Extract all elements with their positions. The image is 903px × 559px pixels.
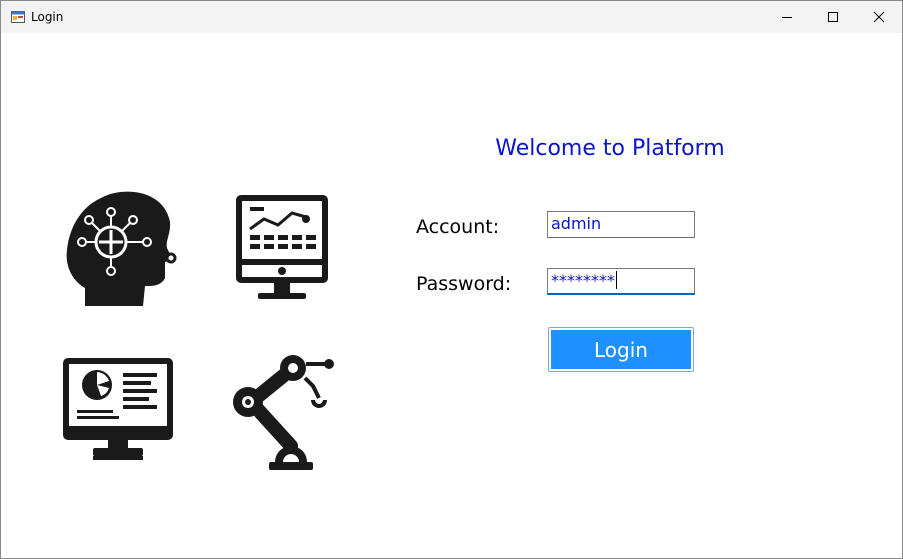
app-form-icon [11,11,25,23]
dashboard-monitor-icon [63,358,173,460]
text-caret [616,271,617,289]
password-input-value: ******** [551,271,615,290]
title-bar[interactable]: Login [1,1,902,33]
welcome-heading: Welcome to Platform [495,136,725,161]
account-label: Account: [416,216,500,238]
illustration-panel [63,191,334,470]
window-title: Login [31,10,64,24]
login-button-frame: Login [548,327,694,372]
maximize-icon [828,12,838,22]
password-label: Password: [416,273,512,295]
robot-arm-icon [233,355,334,470]
close-icon [873,11,885,23]
form-content: Welcome to Platform Account: admin Passw… [1,33,902,558]
maximize-button[interactable] [810,1,856,33]
minimize-icon [782,17,792,18]
analytics-monitor-icon [236,195,328,299]
password-input[interactable]: ******** [547,268,695,295]
account-input[interactable]: admin [547,211,695,238]
login-button[interactable]: Login [551,330,691,369]
minimize-button[interactable] [764,1,810,33]
account-input-value: admin [551,214,602,233]
ai-brain-icon [66,191,177,306]
close-button[interactable] [856,1,902,33]
login-window: Login Welcome to Platform Account: admin… [0,0,903,559]
